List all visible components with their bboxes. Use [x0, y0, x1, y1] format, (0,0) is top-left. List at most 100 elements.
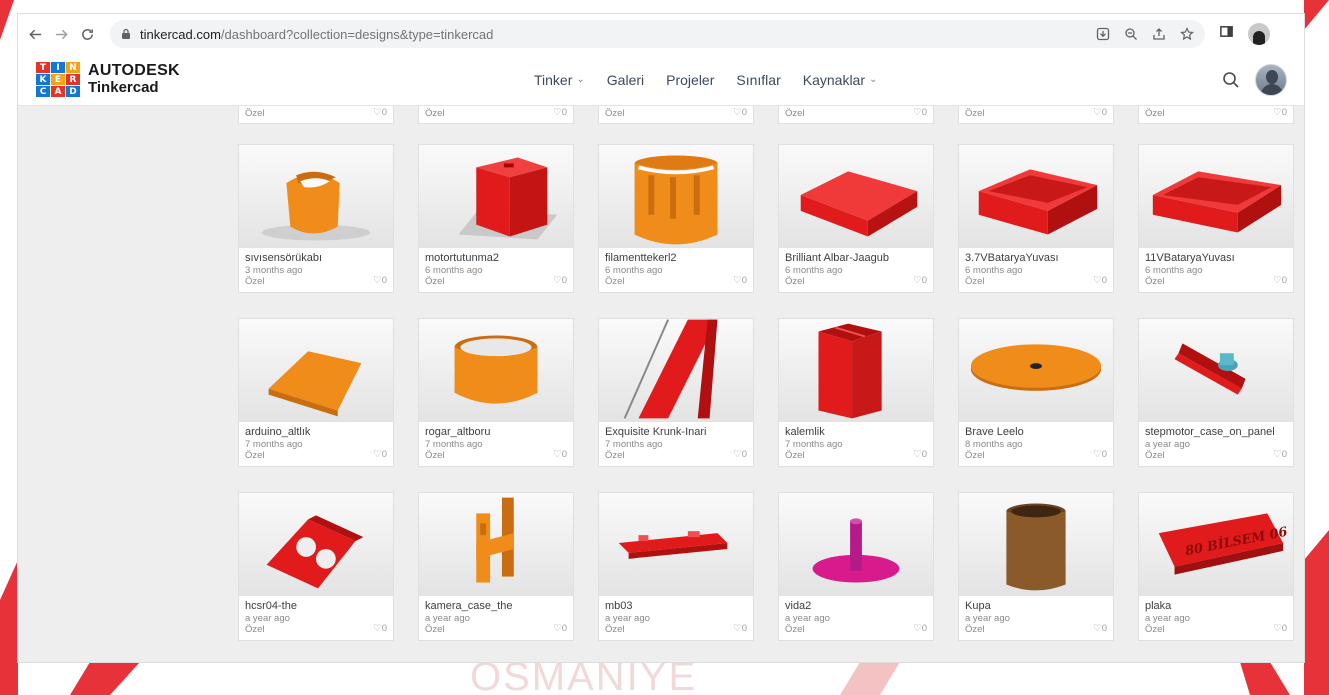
- design-card-partial[interactable]: Özel ♡0: [598, 106, 754, 124]
- like-count[interactable]: ♡0: [1093, 275, 1107, 286]
- like-count[interactable]: ♡0: [733, 107, 747, 118]
- nav-item-4[interactable]: Kaynaklar ⌄: [803, 72, 878, 88]
- forward-button[interactable]: [48, 21, 74, 47]
- design-thumbnail[interactable]: [599, 493, 753, 596]
- design-title[interactable]: Brave Leelo: [965, 426, 1107, 438]
- design-card[interactable]: filamenttekerl2 6 months ago Özel ♡0: [598, 144, 754, 293]
- like-count[interactable]: ♡0: [733, 449, 747, 460]
- design-title[interactable]: Exquisite Krunk-Inari: [605, 426, 747, 438]
- back-button[interactable]: [22, 21, 48, 47]
- share-icon[interactable]: [1151, 26, 1167, 42]
- design-card[interactable]: arduino_altlık 7 months ago Özel ♡0: [238, 318, 394, 467]
- like-count[interactable]: ♡0: [1093, 449, 1107, 460]
- like-count[interactable]: ♡0: [913, 449, 927, 460]
- nav-item-3[interactable]: Sınıflar: [736, 72, 780, 88]
- design-thumbnail[interactable]: [239, 319, 393, 422]
- design-card-partial[interactable]: Özel ♡0: [958, 106, 1114, 124]
- like-count[interactable]: ♡0: [1273, 275, 1287, 286]
- design-thumbnail[interactable]: [419, 145, 573, 248]
- design-card[interactable]: hcsr04-the a year ago Özel ♡0: [238, 492, 394, 641]
- design-thumbnail[interactable]: [959, 145, 1113, 248]
- design-card-partial[interactable]: Özel ♡0: [418, 106, 574, 124]
- like-count[interactable]: ♡0: [553, 275, 567, 286]
- install-app-icon[interactable]: [1095, 26, 1111, 42]
- design-title[interactable]: filamenttekerl2: [605, 252, 747, 264]
- design-card[interactable]: vida2 a year ago Özel ♡0: [778, 492, 934, 641]
- design-title[interactable]: hcsr04-the: [245, 600, 387, 612]
- like-count[interactable]: ♡0: [1093, 107, 1107, 118]
- design-card[interactable]: kalemlik 7 months ago Özel ♡0: [778, 318, 934, 467]
- design-thumbnail[interactable]: [239, 145, 393, 248]
- design-thumbnail[interactable]: [779, 319, 933, 422]
- design-thumbnail[interactable]: [239, 493, 393, 596]
- reload-button[interactable]: [74, 21, 100, 47]
- design-title[interactable]: Brilliant Albar-Jaagub: [785, 252, 927, 264]
- like-count[interactable]: ♡0: [1093, 623, 1107, 634]
- browser-profile-avatar[interactable]: [1248, 23, 1270, 45]
- design-title[interactable]: sıvısensörükabı: [245, 252, 387, 264]
- design-thumbnail[interactable]: [599, 145, 753, 248]
- design-title[interactable]: rogar_altboru: [425, 426, 567, 438]
- design-card[interactable]: rogar_altboru 7 months ago Özel ♡0: [418, 318, 574, 467]
- design-card[interactable]: stepmotor_case_on_panel a year ago Özel …: [1138, 318, 1294, 467]
- like-count[interactable]: ♡0: [1273, 107, 1287, 118]
- design-card-partial[interactable]: Özel ♡0: [238, 106, 394, 124]
- like-count[interactable]: ♡0: [913, 623, 927, 634]
- design-card[interactable]: 80 BİLSEM 06 plaka a year ago Özel ♡0: [1138, 492, 1294, 641]
- nav-item-2[interactable]: Projeler: [666, 72, 714, 88]
- design-title[interactable]: arduino_altlık: [245, 426, 387, 438]
- design-thumbnail[interactable]: [959, 493, 1113, 596]
- address-bar[interactable]: tinkercad.com/dashboard?collection=desig…: [110, 20, 1205, 48]
- design-thumbnail[interactable]: [1139, 145, 1293, 248]
- like-count[interactable]: ♡0: [733, 623, 747, 634]
- like-count[interactable]: ♡0: [913, 107, 927, 118]
- design-card[interactable]: Brilliant Albar-Jaagub 6 months ago Özel…: [778, 144, 934, 293]
- design-thumbnail[interactable]: [779, 145, 933, 248]
- design-card[interactable]: Exquisite Krunk-Inari 7 months ago Özel …: [598, 318, 754, 467]
- search-icon[interactable]: [1222, 71, 1240, 89]
- nav-item-1[interactable]: Galeri: [607, 72, 644, 88]
- like-count[interactable]: ♡0: [553, 449, 567, 460]
- design-card-partial[interactable]: Özel ♡0: [778, 106, 934, 124]
- like-count[interactable]: ♡0: [373, 107, 387, 118]
- design-card[interactable]: 3.7VBataryaYuvası 6 months ago Özel ♡0: [958, 144, 1114, 293]
- design-title[interactable]: 3.7VBataryaYuvası: [965, 252, 1107, 264]
- like-count[interactable]: ♡0: [553, 107, 567, 118]
- design-card[interactable]: Brave Leelo 8 months ago Özel ♡0: [958, 318, 1114, 467]
- design-thumbnail[interactable]: [959, 319, 1113, 422]
- design-card-partial[interactable]: Özel ♡0: [1138, 106, 1294, 124]
- like-count[interactable]: ♡0: [373, 275, 387, 286]
- design-card[interactable]: kamera_case_the a year ago Özel ♡0: [418, 492, 574, 641]
- design-title[interactable]: mb03: [605, 600, 747, 612]
- like-count[interactable]: ♡0: [913, 275, 927, 286]
- like-count[interactable]: ♡0: [553, 623, 567, 634]
- user-avatar[interactable]: [1255, 64, 1287, 96]
- design-card[interactable]: Kupa a year ago Özel ♡0: [958, 492, 1114, 641]
- design-thumbnail[interactable]: [779, 493, 933, 596]
- design-title[interactable]: 11VBataryaYuvası: [1145, 252, 1287, 264]
- like-count[interactable]: ♡0: [1273, 623, 1287, 634]
- design-card[interactable]: sıvısensörükabı 3 months ago Özel ♡0: [238, 144, 394, 293]
- tinkercad-logo[interactable]: TIN KER CAD AUTODESK Tinkercad: [36, 62, 180, 97]
- design-title[interactable]: plaka: [1145, 600, 1287, 612]
- design-title[interactable]: vida2: [785, 600, 927, 612]
- design-thumbnail[interactable]: [419, 319, 573, 422]
- nav-item-0[interactable]: Tinker ⌄: [534, 72, 585, 88]
- design-card[interactable]: motortutunma2 6 months ago Özel ♡0: [418, 144, 574, 293]
- like-count[interactable]: ♡0: [733, 275, 747, 286]
- zoom-icon[interactable]: [1123, 26, 1139, 42]
- design-thumbnail[interactable]: [419, 493, 573, 596]
- design-thumbnail[interactable]: [1139, 319, 1293, 422]
- design-title[interactable]: kamera_case_the: [425, 600, 567, 612]
- design-thumbnail[interactable]: 80 BİLSEM 06: [1139, 493, 1293, 596]
- design-title[interactable]: stepmotor_case_on_panel: [1145, 426, 1287, 438]
- design-card[interactable]: mb03 a year ago Özel ♡0: [598, 492, 754, 641]
- design-title[interactable]: Kupa: [965, 600, 1107, 612]
- design-card[interactable]: 11VBataryaYuvası 6 months ago Özel ♡0: [1138, 144, 1294, 293]
- bookmark-star-icon[interactable]: [1179, 26, 1195, 42]
- design-title[interactable]: kalemlik: [785, 426, 927, 438]
- side-panel-icon[interactable]: [1219, 24, 1234, 44]
- like-count[interactable]: ♡0: [373, 623, 387, 634]
- like-count[interactable]: ♡0: [1273, 449, 1287, 460]
- design-title[interactable]: motortutunma2: [425, 252, 567, 264]
